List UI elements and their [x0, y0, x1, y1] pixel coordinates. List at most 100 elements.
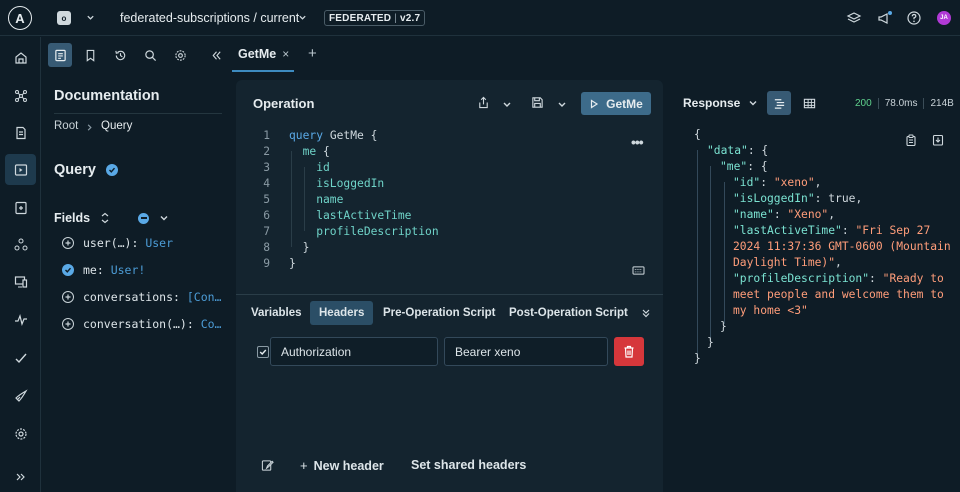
pulse-icon	[14, 313, 27, 326]
settings-button[interactable]	[168, 43, 192, 67]
new-header-button[interactable]: + New header	[300, 458, 384, 473]
tab-pre-operation-script[interactable]: Pre-Operation Script	[374, 301, 504, 325]
nav-insights[interactable]	[5, 304, 36, 335]
add-tab-button[interactable]: +	[308, 45, 317, 62]
code-token: isLoggedIn	[289, 176, 385, 190]
nav-checks[interactable]	[5, 342, 36, 373]
help-icon[interactable]	[906, 10, 922, 26]
code-line: 7 profileDescription	[236, 223, 439, 239]
code-token: profileDescription	[289, 224, 439, 238]
response-dropdown[interactable]: Response	[683, 96, 758, 110]
save-chevron-down-icon[interactable]	[557, 98, 567, 111]
nav-home[interactable]	[5, 42, 36, 73]
field-name: user(…):	[83, 236, 146, 250]
graph-icon	[14, 89, 27, 102]
more-options-icon[interactable]: •••	[631, 134, 644, 150]
delete-header-button[interactable]	[614, 337, 644, 366]
share-icon[interactable]	[477, 96, 490, 109]
collapse-panel-icon[interactable]	[641, 308, 651, 318]
table-view-button[interactable]	[797, 91, 821, 115]
breadcrumb-root[interactable]: Root	[54, 120, 78, 132]
json-token: ,	[828, 208, 836, 221]
type-title: Query	[54, 162, 118, 178]
nav-graph[interactable]	[5, 80, 36, 111]
tab-headers[interactable]: Headers	[310, 301, 374, 325]
save-icon[interactable]	[531, 96, 544, 109]
edit-headers-icon[interactable]	[261, 459, 274, 472]
download-icon[interactable]	[932, 134, 944, 146]
header-value-input[interactable]: Bearer xeno	[444, 337, 608, 366]
add-field-icon[interactable]	[62, 237, 74, 249]
json-token: }	[694, 352, 701, 365]
search-button[interactable]	[138, 43, 162, 67]
json-token: ,	[835, 256, 842, 269]
deselect-all-icon[interactable]	[138, 212, 150, 224]
graph-chevron-down-icon[interactable]	[298, 13, 307, 22]
history-button[interactable]	[108, 43, 132, 67]
nav-launches[interactable]	[5, 380, 36, 411]
document-icon	[54, 49, 66, 61]
json-view-button[interactable]	[767, 91, 791, 115]
nav-subgraphs[interactable]	[5, 229, 36, 260]
org-badge[interactable]: o	[57, 11, 71, 25]
field-type[interactable]: [Con…	[187, 290, 222, 304]
json-token: "name"	[733, 208, 774, 221]
chevron-right-icon	[87, 124, 92, 131]
field-type[interactable]: Co…	[201, 317, 222, 331]
keyboard-icon[interactable]	[632, 265, 645, 276]
json-token: "Ready to	[882, 272, 944, 285]
run-operation-button[interactable]: GetMe	[581, 92, 651, 115]
line-number: 3	[263, 160, 270, 174]
field-type[interactable]: User!	[111, 263, 146, 277]
announcements-icon[interactable]	[876, 10, 892, 26]
add-field-icon[interactable]	[62, 318, 74, 330]
json-token: :	[773, 208, 788, 221]
nav-clients[interactable]	[5, 266, 36, 297]
json-token: "profileDescription"	[733, 272, 870, 285]
field-type[interactable]: User	[145, 236, 173, 250]
field-item[interactable]: conversations: [Con…	[62, 290, 221, 304]
tab-variables[interactable]: Variables	[242, 301, 311, 325]
share-chevron-down-icon[interactable]	[502, 98, 512, 111]
json-token: "me"	[720, 160, 748, 173]
collapse-tabs-button[interactable]	[204, 43, 228, 67]
chevron-down-icon[interactable]	[159, 213, 169, 223]
tab-getme[interactable]: GetMe ×	[232, 37, 294, 72]
json-token: 2024 11:37:36 GMT-0600 (Mountain	[733, 240, 951, 253]
nav-expand[interactable]	[5, 461, 36, 492]
header-key-input[interactable]: Authorization	[270, 337, 438, 366]
header-enabled-checkbox[interactable]	[257, 346, 269, 358]
nav-explorer[interactable]	[5, 154, 36, 185]
add-field-icon[interactable]	[62, 291, 74, 303]
set-shared-headers-button[interactable]: Set shared headers	[411, 458, 526, 472]
copy-icon[interactable]	[905, 134, 917, 146]
json-token: :	[869, 272, 883, 285]
code-line: 8 }	[236, 239, 309, 255]
code-token: }	[289, 256, 296, 270]
indent-guide	[697, 150, 698, 356]
explorer-toolbar: GetMe × +	[42, 37, 960, 72]
user-avatar[interactable]: JA	[937, 11, 951, 25]
checked-icon[interactable]	[62, 264, 74, 276]
field-item[interactable]: me: User!	[62, 263, 145, 277]
nav-settings[interactable]	[5, 418, 36, 449]
org-chevron-down-icon[interactable]	[86, 13, 95, 22]
documentation-toggle[interactable]	[48, 43, 72, 67]
chevron-down-icon	[749, 101, 757, 106]
indent-guide	[724, 182, 725, 324]
nav-changelog[interactable]	[5, 192, 36, 223]
code-line: 6 lastActiveTime	[236, 207, 411, 223]
field-name: conversations:	[83, 290, 187, 304]
close-icon[interactable]: ×	[282, 47, 289, 61]
tab-post-operation-script[interactable]: Post-Operation Script	[500, 301, 637, 325]
graph-variant-name[interactable]: federated-subscriptions / current	[120, 11, 299, 25]
code-line: 2 me {	[236, 143, 330, 159]
layers-icon[interactable]	[846, 10, 862, 26]
nav-schema[interactable]	[5, 117, 36, 148]
field-item[interactable]: conversation(…): Co…	[62, 317, 221, 331]
field-item[interactable]: user(…): User	[62, 236, 173, 250]
sort-icon[interactable]	[100, 212, 110, 224]
collections-button[interactable]	[78, 43, 102, 67]
apollo-logo[interactable]: A	[8, 6, 32, 30]
table-icon	[803, 98, 815, 108]
